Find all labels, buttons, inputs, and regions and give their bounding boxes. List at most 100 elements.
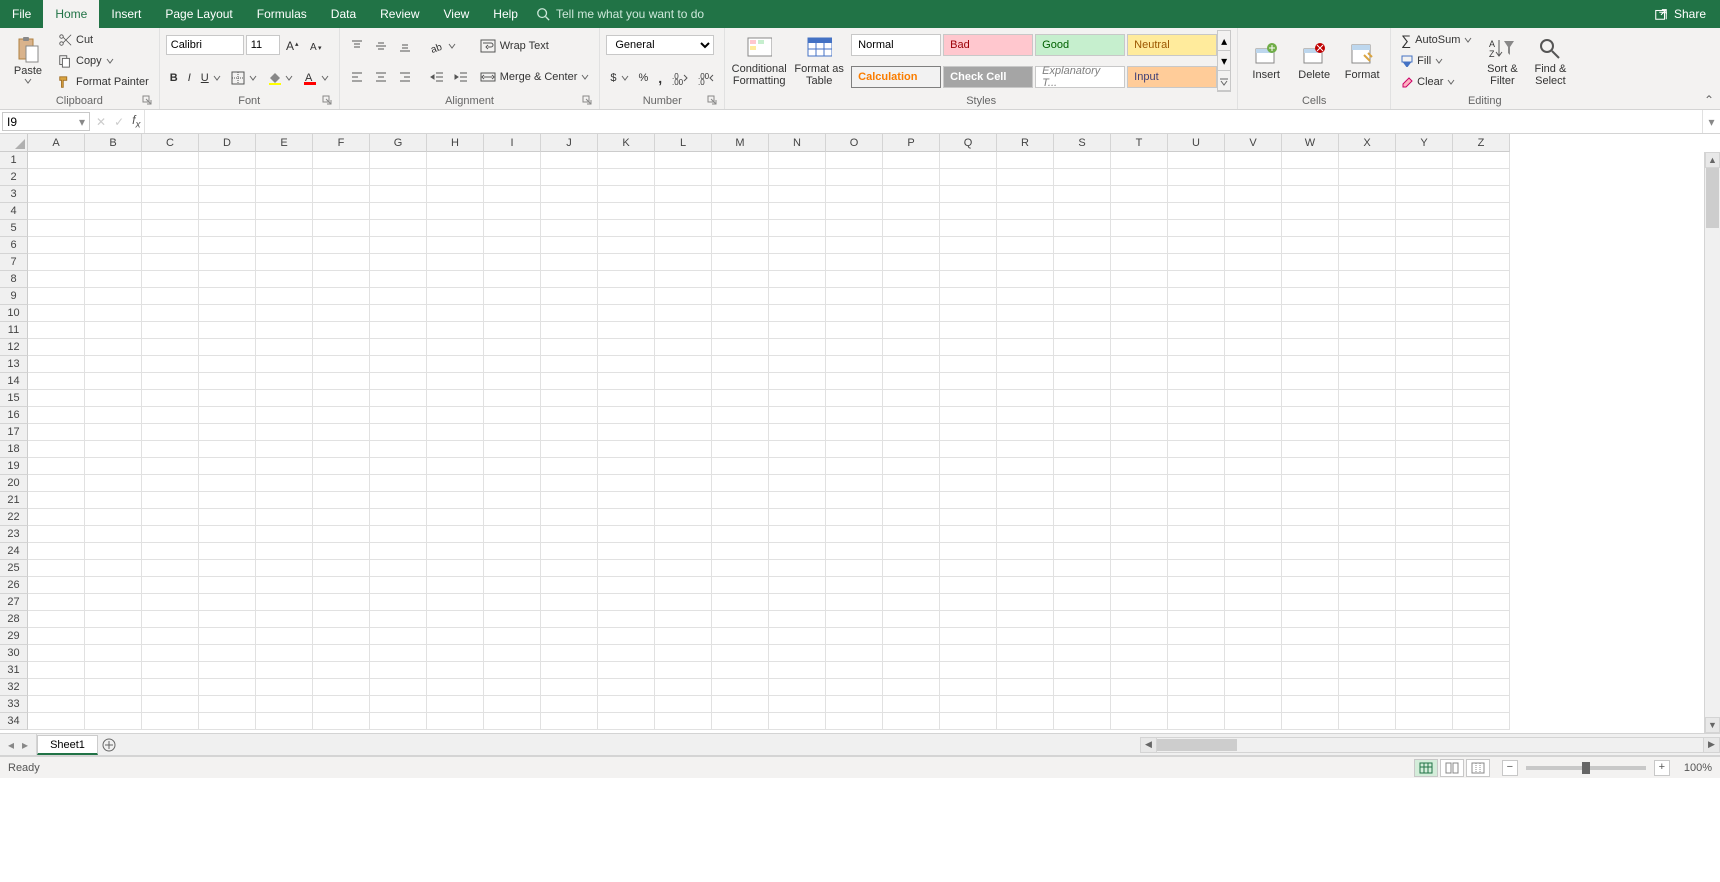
- cell-D6[interactable]: [199, 237, 256, 254]
- cell-J20[interactable]: [541, 475, 598, 492]
- cell-X22[interactable]: [1339, 509, 1396, 526]
- sheet-tab-sheet1[interactable]: Sheet1: [37, 735, 98, 755]
- cell-J7[interactable]: [541, 254, 598, 271]
- cell-B22[interactable]: [85, 509, 142, 526]
- cell-O9[interactable]: [826, 288, 883, 305]
- cell-M16[interactable]: [712, 407, 769, 424]
- cell-E9[interactable]: [256, 288, 313, 305]
- cell-O8[interactable]: [826, 271, 883, 288]
- row-header-9[interactable]: 9: [0, 288, 28, 305]
- cell-Q31[interactable]: [940, 662, 997, 679]
- cell-P1[interactable]: [883, 152, 940, 169]
- cell-F30[interactable]: [313, 645, 370, 662]
- cell-M27[interactable]: [712, 594, 769, 611]
- cell-D32[interactable]: [199, 679, 256, 696]
- cell-I23[interactable]: [484, 526, 541, 543]
- cell-B3[interactable]: [85, 186, 142, 203]
- cell-K24[interactable]: [598, 543, 655, 560]
- cell-B20[interactable]: [85, 475, 142, 492]
- cell-K27[interactable]: [598, 594, 655, 611]
- cell-H15[interactable]: [427, 390, 484, 407]
- cell-Q2[interactable]: [940, 169, 997, 186]
- cell-V29[interactable]: [1225, 628, 1282, 645]
- cell-B7[interactable]: [85, 254, 142, 271]
- cell-L16[interactable]: [655, 407, 712, 424]
- cell-P30[interactable]: [883, 645, 940, 662]
- row-header-26[interactable]: 26: [0, 577, 28, 594]
- cell-X20[interactable]: [1339, 475, 1396, 492]
- cell-U9[interactable]: [1168, 288, 1225, 305]
- cell-Q13[interactable]: [940, 356, 997, 373]
- cell-C7[interactable]: [142, 254, 199, 271]
- cell-W11[interactable]: [1282, 322, 1339, 339]
- cell-N21[interactable]: [769, 492, 826, 509]
- cell-C25[interactable]: [142, 560, 199, 577]
- cell-O22[interactable]: [826, 509, 883, 526]
- cell-F22[interactable]: [313, 509, 370, 526]
- align-right-button[interactable]: [394, 67, 416, 87]
- cell-L22[interactable]: [655, 509, 712, 526]
- cell-S30[interactable]: [1054, 645, 1111, 662]
- cell-W24[interactable]: [1282, 543, 1339, 560]
- cell-P13[interactable]: [883, 356, 940, 373]
- cell-I10[interactable]: [484, 305, 541, 322]
- cell-M1[interactable]: [712, 152, 769, 169]
- cell-K21[interactable]: [598, 492, 655, 509]
- cell-I12[interactable]: [484, 339, 541, 356]
- cell-style-calculation[interactable]: Calculation: [851, 66, 941, 88]
- tell-me-search[interactable]: Tell me what you want to do: [536, 0, 704, 28]
- cell-E11[interactable]: [256, 322, 313, 339]
- cell-K13[interactable]: [598, 356, 655, 373]
- cell-Y10[interactable]: [1396, 305, 1453, 322]
- row-header-34[interactable]: 34: [0, 713, 28, 730]
- cell-Q33[interactable]: [940, 696, 997, 713]
- cell-B28[interactable]: [85, 611, 142, 628]
- cell-J9[interactable]: [541, 288, 598, 305]
- cell-T5[interactable]: [1111, 220, 1168, 237]
- cell-H8[interactable]: [427, 271, 484, 288]
- cell-Q24[interactable]: [940, 543, 997, 560]
- cell-E30[interactable]: [256, 645, 313, 662]
- cell-B34[interactable]: [85, 713, 142, 730]
- format-as-table-button[interactable]: Format as Table: [791, 30, 847, 92]
- cell-J8[interactable]: [541, 271, 598, 288]
- cell-K4[interactable]: [598, 203, 655, 220]
- cell-H31[interactable]: [427, 662, 484, 679]
- cell-S9[interactable]: [1054, 288, 1111, 305]
- cell-U6[interactable]: [1168, 237, 1225, 254]
- cell-P7[interactable]: [883, 254, 940, 271]
- cell-Z26[interactable]: [1453, 577, 1510, 594]
- row-header-1[interactable]: 1: [0, 152, 28, 169]
- cell-W21[interactable]: [1282, 492, 1339, 509]
- cell-D34[interactable]: [199, 713, 256, 730]
- prev-sheet-button[interactable]: ◂: [8, 738, 14, 752]
- row-header-31[interactable]: 31: [0, 662, 28, 679]
- cell-T7[interactable]: [1111, 254, 1168, 271]
- cell-G10[interactable]: [370, 305, 427, 322]
- cell-P25[interactable]: [883, 560, 940, 577]
- cell-O26[interactable]: [826, 577, 883, 594]
- cell-I5[interactable]: [484, 220, 541, 237]
- cell-L27[interactable]: [655, 594, 712, 611]
- cell-S31[interactable]: [1054, 662, 1111, 679]
- row-header-14[interactable]: 14: [0, 373, 28, 390]
- cell-U24[interactable]: [1168, 543, 1225, 560]
- cell-M19[interactable]: [712, 458, 769, 475]
- cell-O11[interactable]: [826, 322, 883, 339]
- cell-P15[interactable]: [883, 390, 940, 407]
- cell-U13[interactable]: [1168, 356, 1225, 373]
- cell-S19[interactable]: [1054, 458, 1111, 475]
- cell-B24[interactable]: [85, 543, 142, 560]
- cell-F7[interactable]: [313, 254, 370, 271]
- cell-Y3[interactable]: [1396, 186, 1453, 203]
- cell-R32[interactable]: [997, 679, 1054, 696]
- cell-X8[interactable]: [1339, 271, 1396, 288]
- zoom-in-button[interactable]: +: [1654, 760, 1670, 776]
- cell-X12[interactable]: [1339, 339, 1396, 356]
- cell-Z19[interactable]: [1453, 458, 1510, 475]
- cell-T4[interactable]: [1111, 203, 1168, 220]
- cell-Q11[interactable]: [940, 322, 997, 339]
- cell-Q23[interactable]: [940, 526, 997, 543]
- row-header-8[interactable]: 8: [0, 271, 28, 288]
- cell-Z9[interactable]: [1453, 288, 1510, 305]
